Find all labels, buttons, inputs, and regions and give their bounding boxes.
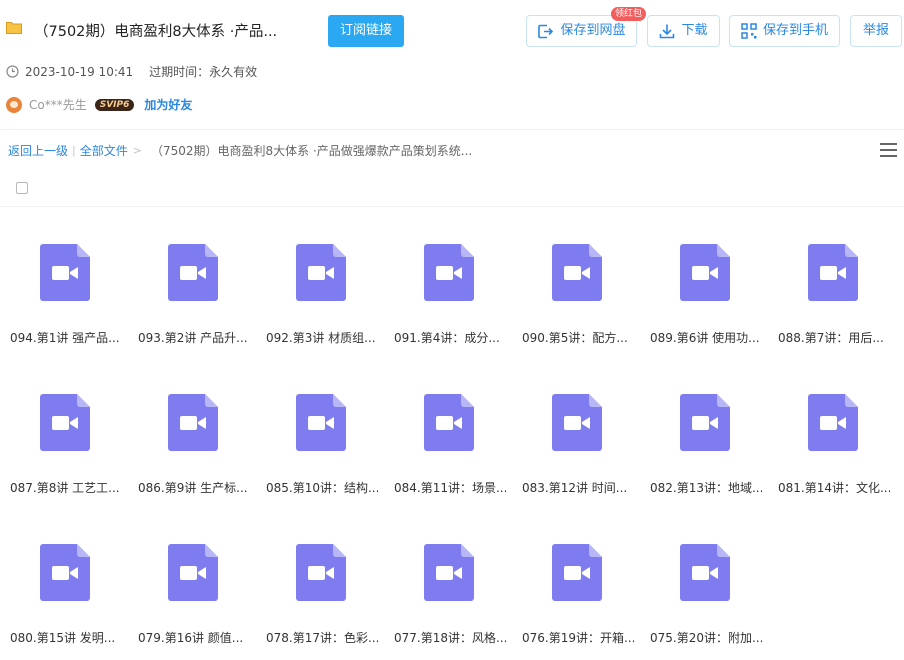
file-name: 083.第12讲 时间... (522, 481, 628, 495)
download-button[interactable]: 下载 (647, 15, 720, 47)
video-file-icon (40, 394, 90, 451)
view-menu-icon[interactable] (880, 143, 897, 157)
file-name: 081.第14讲：文化... (778, 481, 890, 495)
video-file-icon (680, 394, 730, 451)
file-item[interactable]: 084.第11讲：场景... (384, 374, 512, 510)
video-file-icon (552, 244, 602, 301)
sharer-name: Co***先生 (29, 98, 87, 112)
file-item[interactable]: 085.第10讲：结构... (256, 374, 384, 510)
add-friend-link[interactable]: 加为好友 (144, 96, 192, 113)
file-item[interactable]: 080.第15讲 发明... (0, 524, 128, 660)
video-file-icon (680, 244, 730, 301)
download-label: 下载 (681, 23, 708, 38)
file-item[interactable]: 092.第3讲 材质组... (256, 224, 384, 360)
select-all-checkbox[interactable] (16, 182, 28, 194)
file-name: 085.第10讲：结构... (266, 481, 378, 495)
file-name: 093.第2讲 产品升... (138, 331, 248, 345)
file-item[interactable]: 079.第16讲 颜值... (128, 524, 256, 660)
file-name: 076.第19讲：开箱... (522, 631, 634, 645)
video-file-icon (808, 244, 858, 301)
file-item[interactable]: 089.第6讲 使用功... (640, 224, 768, 360)
video-file-icon (424, 544, 474, 601)
video-file-icon (168, 394, 218, 451)
download-icon (660, 24, 675, 39)
breadcrumb-separator: > (132, 144, 142, 157)
video-file-icon (552, 394, 602, 451)
file-name: 075.第20讲：附加... (650, 631, 762, 645)
file-name: 086.第9讲 生产标... (138, 481, 248, 495)
file-name: 091.第4讲：成分... (394, 331, 500, 345)
file-item[interactable]: 081.第14讲：文化... (768, 374, 896, 510)
video-file-icon (424, 244, 474, 301)
file-item[interactable]: 088.第7讲：用后... (768, 224, 896, 360)
divider (0, 129, 904, 130)
breadcrumb-current: （7502期）电商盈利8大体系 ·产品做强爆款产品策划系统... (150, 144, 473, 158)
file-name: 084.第11讲：场景... (394, 481, 506, 495)
video-file-icon (680, 544, 730, 601)
file-item[interactable]: 077.第18讲：风格... (384, 524, 512, 660)
video-file-icon (296, 394, 346, 451)
breadcrumb-pipe: | (72, 144, 76, 157)
file-item[interactable]: 083.第12讲 时间... (512, 374, 640, 510)
breadcrumb-all-files-link[interactable]: 全部文件 (80, 142, 128, 159)
save-to-phone-button[interactable]: 保存到手机 (729, 15, 840, 47)
file-name: 077.第18讲：风格... (394, 631, 506, 645)
file-item[interactable]: 094.第1讲 强产品... (0, 224, 128, 360)
folder-icon (6, 22, 22, 34)
file-item[interactable]: 086.第9讲 生产标... (128, 374, 256, 510)
video-file-icon (808, 394, 858, 451)
clock-icon (6, 65, 19, 78)
video-file-icon (40, 244, 90, 301)
video-file-icon (552, 544, 602, 601)
video-file-icon (168, 244, 218, 301)
vip-badge: SVIP6 (94, 98, 135, 111)
file-item[interactable]: 093.第2讲 产品升... (128, 224, 256, 360)
file-item[interactable]: 090.第5讲：配方... (512, 224, 640, 360)
file-item[interactable]: 082.第13讲：地域... (640, 374, 768, 510)
file-name: 094.第1讲 强产品... (10, 331, 120, 345)
video-file-icon (296, 244, 346, 301)
share-meta: 2023-10-19 10:41 过期时间：永久有效 (6, 63, 257, 80)
share-expiry: 过期时间：永久有效 (149, 65, 258, 79)
share-header: （7502期）电商盈利8大体系 ·产品... 订阅链接 保存到网盘 领红包 下载… (0, 0, 904, 128)
red-packet-badge[interactable]: 领红包 (611, 7, 647, 21)
avatar[interactable] (6, 96, 22, 113)
file-name: 078.第17讲：色彩... (266, 631, 378, 645)
file-item[interactable]: 078.第17讲：色彩... (256, 524, 384, 660)
share-date: 2023-10-19 10:41 (25, 64, 134, 79)
file-name: 087.第8讲 工艺工... (10, 481, 120, 495)
video-file-icon (424, 394, 474, 451)
video-file-icon (168, 544, 218, 601)
file-name: 080.第15讲 发明... (10, 631, 116, 645)
file-item[interactable]: 076.第19讲：开箱... (512, 524, 640, 660)
report-button[interactable]: 举报 (850, 15, 902, 47)
breadcrumb-back-link[interactable]: 返回上一级 (8, 142, 68, 159)
file-item[interactable]: 091.第4讲：成分... (384, 224, 512, 360)
qrcode-icon (741, 23, 757, 39)
file-name: 090.第5讲：配方... (522, 331, 628, 345)
video-file-icon (296, 544, 346, 601)
file-name: 088.第7讲：用后... (778, 331, 884, 345)
save-icon (538, 24, 554, 38)
report-label: 举报 (862, 23, 889, 38)
file-item[interactable]: 087.第8讲 工艺工... (0, 374, 128, 510)
breadcrumb: 返回上一级 | 全部文件 > （7502期）电商盈利8大体系 ·产品做强爆款产品… (8, 142, 472, 159)
sharer-info: Co***先生 SVIP6 加为好友 (6, 96, 192, 113)
divider (0, 206, 904, 207)
file-name: 079.第16讲 颜值... (138, 631, 244, 645)
file-name: 082.第13讲：地域... (650, 481, 762, 495)
save-to-phone-label: 保存到手机 (762, 23, 828, 38)
share-title: （7502期）电商盈利8大体系 ·产品... (34, 24, 278, 40)
file-name: 092.第3讲 材质组... (266, 331, 376, 345)
video-file-icon (40, 544, 90, 601)
file-item[interactable]: 075.第20讲：附加... (640, 524, 768, 660)
subscribe-button[interactable]: 订阅链接 (328, 15, 404, 47)
file-name: 089.第6讲 使用功... (650, 331, 760, 345)
